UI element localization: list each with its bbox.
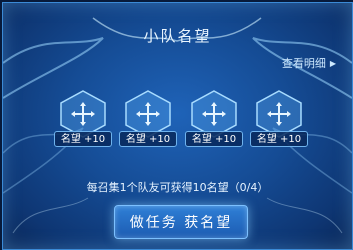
chevron-right-icon: ▶ [329, 58, 336, 68]
reward-label: 名望 +10 [250, 131, 308, 147]
reputation-panel: 小队名望 查看明细 ▶ 名望 +10 名望 +10 名望 +10 名望 +10 … [2, 2, 353, 250]
reward-label: 名望 +10 [119, 131, 177, 147]
invite-progress-text: 每召集1个队友可获得10名望（0/4） [86, 181, 269, 194]
invite-slot-2[interactable]: 名望 +10 [119, 89, 177, 151]
view-details-label: 查看明细 [281, 57, 326, 70]
panel-title: 小队名望 [143, 27, 212, 45]
view-details-link[interactable]: 查看明细 ▶ [282, 55, 336, 71]
reward-label: 名望 +10 [54, 131, 112, 147]
invite-slot-3[interactable]: 名望 +10 [185, 89, 243, 151]
invite-slot-1[interactable]: 名望 +10 [54, 89, 112, 151]
do-tasks-button[interactable]: 做任务 获名望 [114, 205, 248, 239]
invite-slot-4[interactable]: 名望 +10 [250, 89, 308, 151]
reward-label: 名望 +10 [185, 131, 243, 147]
